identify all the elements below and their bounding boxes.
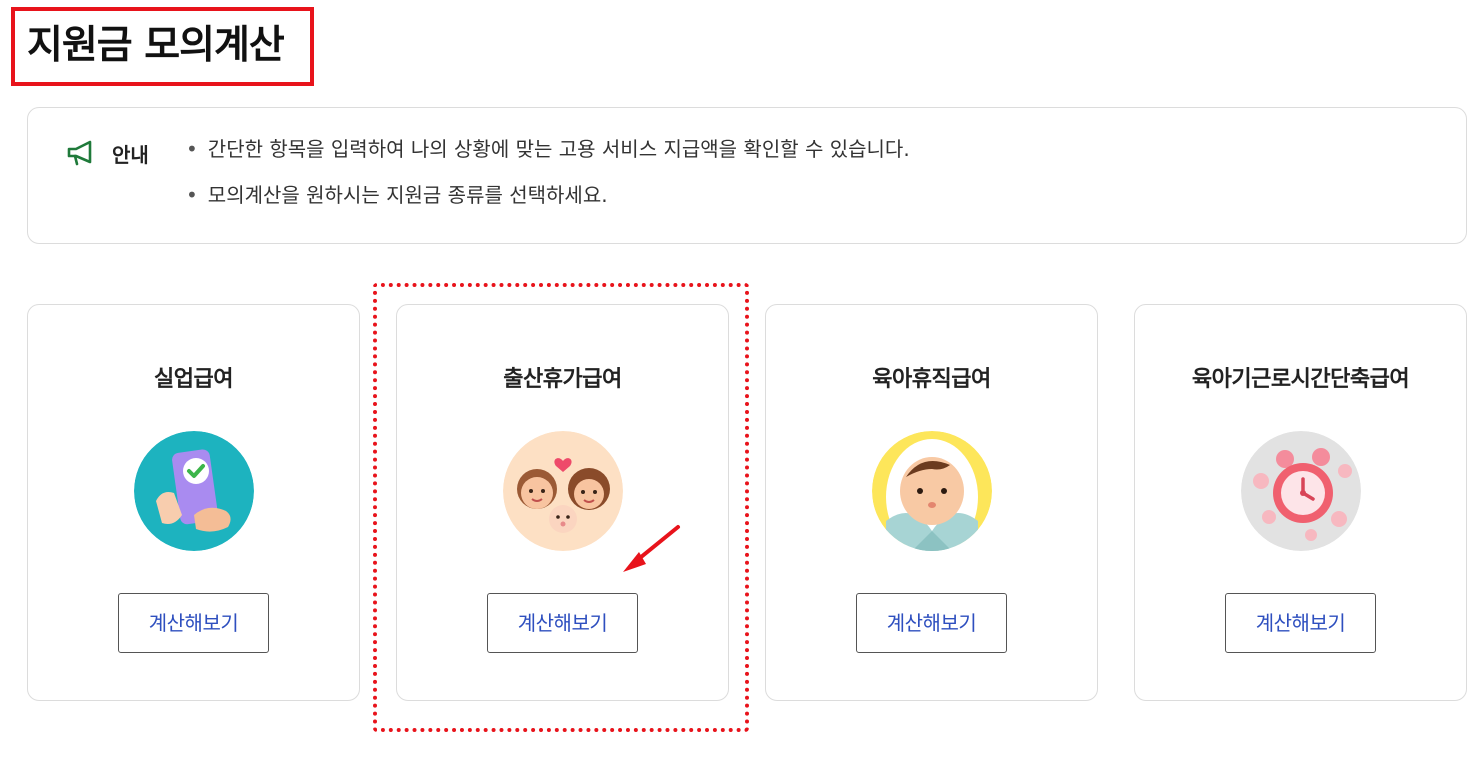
card-reduced-working-hours-benefit: 육아기근로시간단축급여 계산해보기 — [1134, 304, 1467, 701]
notice-item: 모의계산을 원하시는 지원금 종류를 선택하세요. — [186, 184, 910, 206]
selection-highlight-box — [373, 283, 749, 732]
arrow-icon — [623, 525, 680, 572]
notice-label: 안내 — [112, 143, 149, 167]
card-title: 육아휴직급여 — [872, 367, 991, 392]
calculate-button[interactable]: 계산해보기 — [118, 593, 269, 653]
phone-check-icon — [134, 431, 254, 551]
calculate-button[interactable]: 계산해보기 — [1225, 593, 1376, 653]
card-unemployment-benefit: 실업급여 계산해보기 — [27, 304, 360, 701]
card-childcare-leave-benefit: 육아휴직급여 계산해보기 — [765, 304, 1098, 701]
baby-icon — [872, 431, 992, 551]
page-title: 지원금 모의계산 — [27, 23, 285, 68]
notice-item: 간단한 항목을 입력하여 나의 상황에 맞는 고용 서비스 지급액을 확인할 수… — [186, 138, 910, 160]
notice-panel: 안내 간단한 항목을 입력하여 나의 상황에 맞는 고용 서비스 지급액을 확인… — [27, 107, 1467, 244]
megaphone-icon — [67, 140, 92, 166]
alarm-clock-coins-icon — [1241, 431, 1361, 551]
page: 지원금 모의계산 안내 간단한 항목을 입력하여 나의 상황에 맞는 고용 서비… — [0, 0, 1483, 759]
calculate-button[interactable]: 계산해보기 — [856, 593, 1007, 653]
card-title: 실업급여 — [154, 367, 233, 392]
card-title: 육아기근로시간단축급여 — [1191, 367, 1410, 392]
notice-list: 간단한 항목을 입력하여 나의 상황에 맞는 고용 서비스 지급액을 확인할 수… — [186, 138, 910, 230]
